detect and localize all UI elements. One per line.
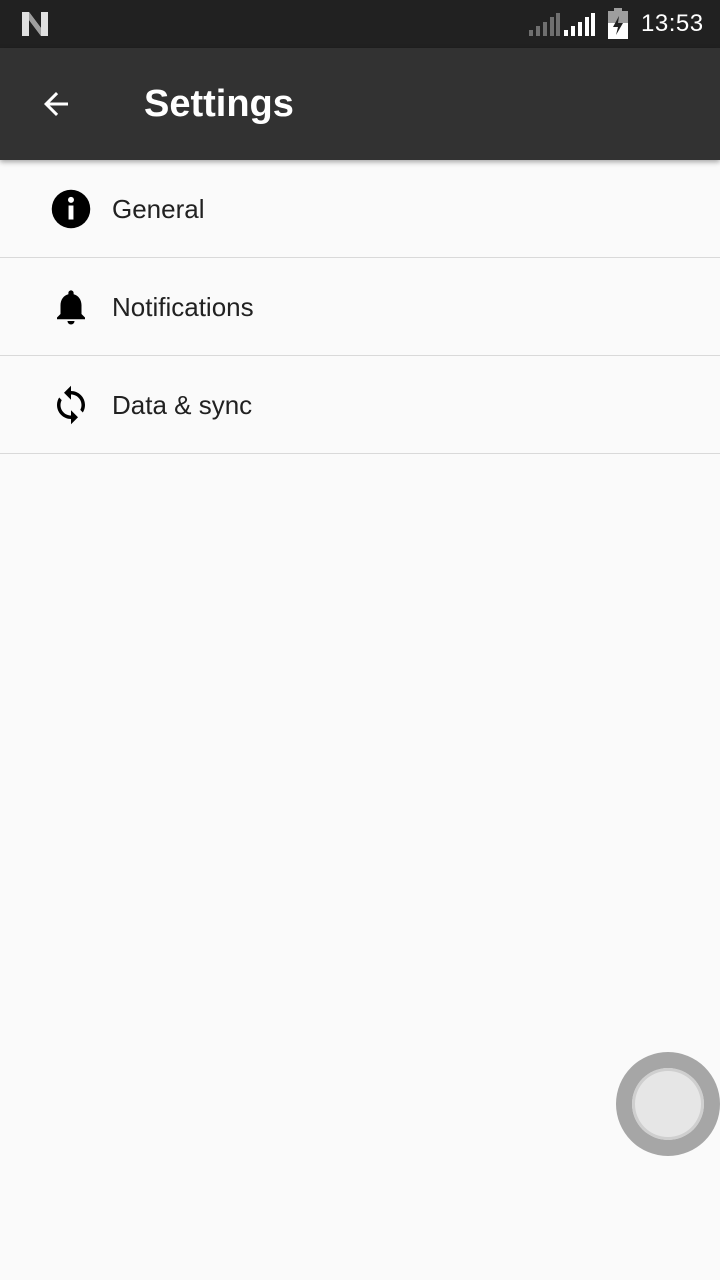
settings-item-data-sync[interactable]: Data & sync (0, 356, 720, 454)
status-clock: 13:53 (641, 10, 704, 37)
settings-item-notifications[interactable]: Notifications (0, 258, 720, 356)
settings-list: General Notifications Data & sync (0, 160, 720, 454)
signal-strength-icon (529, 13, 560, 36)
arrow-back-icon (44, 92, 68, 116)
n-logo-icon (22, 12, 48, 36)
settings-item-label: Data & sync (112, 390, 253, 420)
assistive-touch-button[interactable] (616, 1052, 720, 1156)
page-title: Settings (144, 83, 294, 125)
signal-strength-icon (564, 13, 595, 36)
app-bar: Settings (0, 48, 720, 160)
assistive-touch-inner (632, 1068, 704, 1140)
battery-charging-icon (608, 8, 628, 39)
status-bar: 13:53 (0, 0, 720, 48)
settings-item-label: Notifications (112, 292, 254, 322)
info-icon (51, 189, 91, 229)
back-button[interactable] (22, 70, 90, 138)
settings-item-general[interactable]: General (0, 160, 720, 258)
settings-item-label: General (112, 194, 205, 224)
sync-icon (57, 385, 85, 425)
bell-icon (57, 290, 85, 325)
